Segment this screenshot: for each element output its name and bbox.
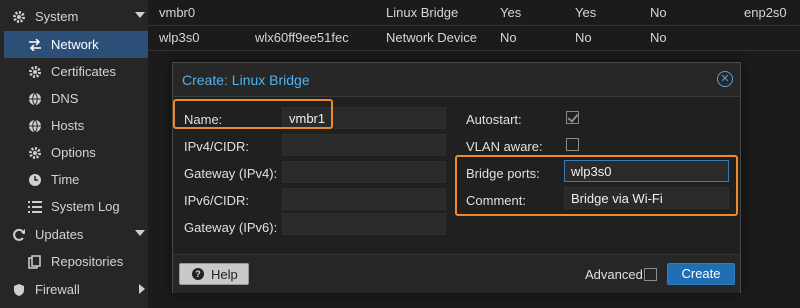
gateway-ipv4-field[interactable] <box>282 161 446 183</box>
vlan-aware-label: VLAN aware: <box>466 139 543 154</box>
table-cell-vlan: No <box>650 5 667 20</box>
globe-icon <box>27 91 43 107</box>
table-cell-name: vmbr0 <box>159 5 196 20</box>
sidebar-item-firewall[interactable]: Firewall <box>0 276 159 303</box>
dialog-footer: ? Help Advanced Create <box>173 254 740 293</box>
gateway-ipv6-label: Gateway (IPv6): <box>184 220 278 235</box>
advanced-label: Advanced <box>585 267 643 282</box>
sidebar-item-system-log[interactable]: System Log <box>0 193 148 220</box>
sidebar-item-label: Options <box>51 145 96 160</box>
sidebar-item-label: System <box>35 9 79 24</box>
autostart-label: Autostart: <box>466 112 522 127</box>
table-cell-active: No <box>500 30 517 45</box>
question-icon: ? <box>192 268 204 280</box>
dialog-header: Create: Linux Bridge ✕ <box>173 63 740 97</box>
sidebar-item-options[interactable]: Options <box>0 139 148 166</box>
table-cell-type: Network Device <box>386 30 478 45</box>
sidebar-item-label: Firewall <box>35 282 80 297</box>
autostart-checkbox[interactable] <box>566 111 579 124</box>
sidebar-item-label: DNS <box>51 91 79 106</box>
sidebar-item-label: System Log <box>51 199 120 214</box>
table-cell-autostart: No <box>575 30 592 45</box>
table-cell-type: Linux Bridge <box>386 5 459 20</box>
sidebar-item-label: Hosts <box>51 118 85 133</box>
dialog-title: Create: Linux Bridge <box>182 72 310 88</box>
certificate-icon <box>27 64 43 80</box>
list-icon <box>27 199 43 215</box>
network-icon <box>27 37 43 53</box>
bridge-settings-highlight <box>455 155 738 216</box>
gear-icon <box>27 145 43 161</box>
vlan-aware-checkbox[interactable] <box>566 138 579 151</box>
table-cell-ports: enp2s0 <box>744 5 787 20</box>
sidebar-item-label: Network <box>51 37 99 52</box>
table-cell-alias: wlx60ff9ee51fec <box>255 30 349 45</box>
sidebar-item-system[interactable]: System <box>0 3 159 30</box>
sidebar-item-label: Repositories <box>51 254 124 269</box>
ipv4-label: IPv4/CIDR: <box>184 139 250 154</box>
clock-icon <box>27 172 43 188</box>
create-button[interactable]: Create <box>667 263 735 285</box>
chevron-down-icon[interactable] <box>135 230 145 236</box>
sidebar-item-label: Updates <box>35 227 84 242</box>
sidebar-item-updates[interactable]: Updates <box>0 221 159 248</box>
globe-icon <box>27 118 43 134</box>
sidebar-item-repositories[interactable]: Repositories <box>0 248 148 275</box>
sidebar: System Network Certificates DNS Hosts Op… <box>0 0 148 308</box>
ipv6-label: IPv6/CIDR: <box>184 193 250 208</box>
sidebar-item-dns[interactable]: DNS <box>0 85 148 112</box>
chevron-right-icon[interactable] <box>139 284 145 294</box>
ipv6-cidr-field[interactable] <box>282 188 446 210</box>
repository-icon <box>27 254 43 270</box>
sidebar-item-network[interactable]: Network <box>4 31 148 58</box>
refresh-icon <box>11 227 27 243</box>
sidebar-item-hosts[interactable]: Hosts <box>0 112 148 139</box>
sidebar-item-label: Certificates <box>51 64 117 79</box>
ipv4-cidr-field[interactable] <box>282 134 446 156</box>
sidebar-item-certificates[interactable]: Certificates <box>0 58 148 85</box>
sidebar-item-time[interactable]: Time <box>0 166 148 193</box>
close-icon[interactable]: ✕ <box>717 71 733 87</box>
table-row[interactable]: wlp3s0 wlx60ff9ee51fec Network Device No… <box>148 25 800 51</box>
table-cell-vlan: No <box>650 30 667 45</box>
table-cell-active: Yes <box>500 5 522 20</box>
gear-icon <box>11 9 27 25</box>
checkmark-icon <box>567 111 579 123</box>
table-cell-autostart: Yes <box>575 5 597 20</box>
gateway-ipv4-label: Gateway (IPv4): <box>184 166 278 181</box>
name-highlight <box>173 99 333 129</box>
sidebar-item-label: Time <box>51 172 80 187</box>
help-label: Help <box>211 266 238 282</box>
shield-icon <box>11 282 27 298</box>
create-linux-bridge-dialog: Create: Linux Bridge ✕ Name: vmbr1 IPv4/… <box>172 62 741 293</box>
table-cell-name: wlp3s0 <box>159 30 200 45</box>
chevron-down-icon[interactable] <box>135 12 145 18</box>
help-button[interactable]: ? Help <box>179 263 249 285</box>
advanced-checkbox[interactable] <box>644 268 657 281</box>
table-row[interactable]: vmbr0 Linux Bridge Yes Yes No enp2s0 <box>148 0 800 26</box>
gateway-ipv6-field[interactable] <box>282 213 446 235</box>
